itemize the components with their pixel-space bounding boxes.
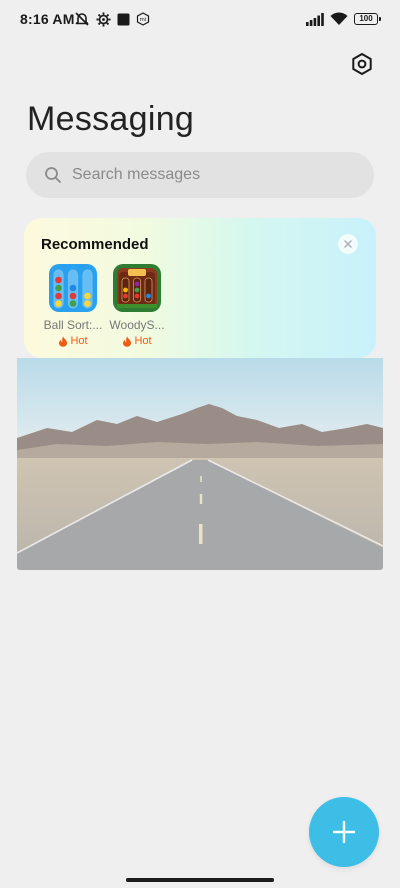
mute-icon (75, 12, 89, 26)
page-title: Messaging (27, 100, 195, 138)
search-icon (45, 167, 61, 183)
settings-gear-icon (96, 11, 111, 27)
woody-sort-app-icon (113, 264, 161, 312)
signal-icon (306, 12, 324, 26)
ball-sort-app-icon (49, 264, 97, 312)
settings-icon (352, 53, 372, 75)
search-bar[interactable]: Search messages (26, 152, 374, 198)
hot-badge: Hot (122, 335, 152, 347)
plus-icon (333, 821, 355, 843)
flame-icon (123, 336, 132, 347)
close-icon (344, 240, 352, 248)
hot-badge: Hot (58, 335, 88, 347)
wifi-icon (330, 12, 348, 25)
status-bar: 8:16 AM mi 100 (0, 0, 400, 38)
recommended-close-button[interactable] (338, 234, 358, 254)
settings-button[interactable] (348, 50, 376, 78)
recommended-app-ball-sort[interactable]: Ball Sort:... Hot (39, 264, 107, 347)
status-time: 8:16 AM (20, 11, 75, 27)
app-name: WoodyS... (109, 318, 165, 332)
hot-badge-label: Hot (134, 335, 152, 347)
svg-text:mi: mi (140, 17, 147, 23)
battery-icon: 100 (354, 13, 381, 25)
status-left-icons: mi (74, 11, 150, 27)
new-message-button[interactable] (309, 797, 379, 867)
status-right-icons: 100 (306, 12, 381, 26)
app-name: Ball Sort:... (43, 318, 103, 332)
recommended-title: Recommended (41, 236, 149, 253)
hot-badge-label: Hot (70, 335, 88, 347)
flame-icon (59, 336, 68, 347)
mi-icon: mi (136, 12, 150, 26)
home-indicator[interactable] (126, 878, 274, 882)
recommended-card: Recommended Ball Sort:... Hot WoodyS... … (24, 218, 376, 358)
banner-image[interactable] (17, 358, 383, 570)
search-input[interactable]: Search messages (72, 166, 200, 184)
battery-level: 100 (359, 14, 373, 23)
recommended-app-woody-sort[interactable]: WoodyS... Hot (103, 264, 171, 347)
square-notification-icon (117, 13, 130, 25)
